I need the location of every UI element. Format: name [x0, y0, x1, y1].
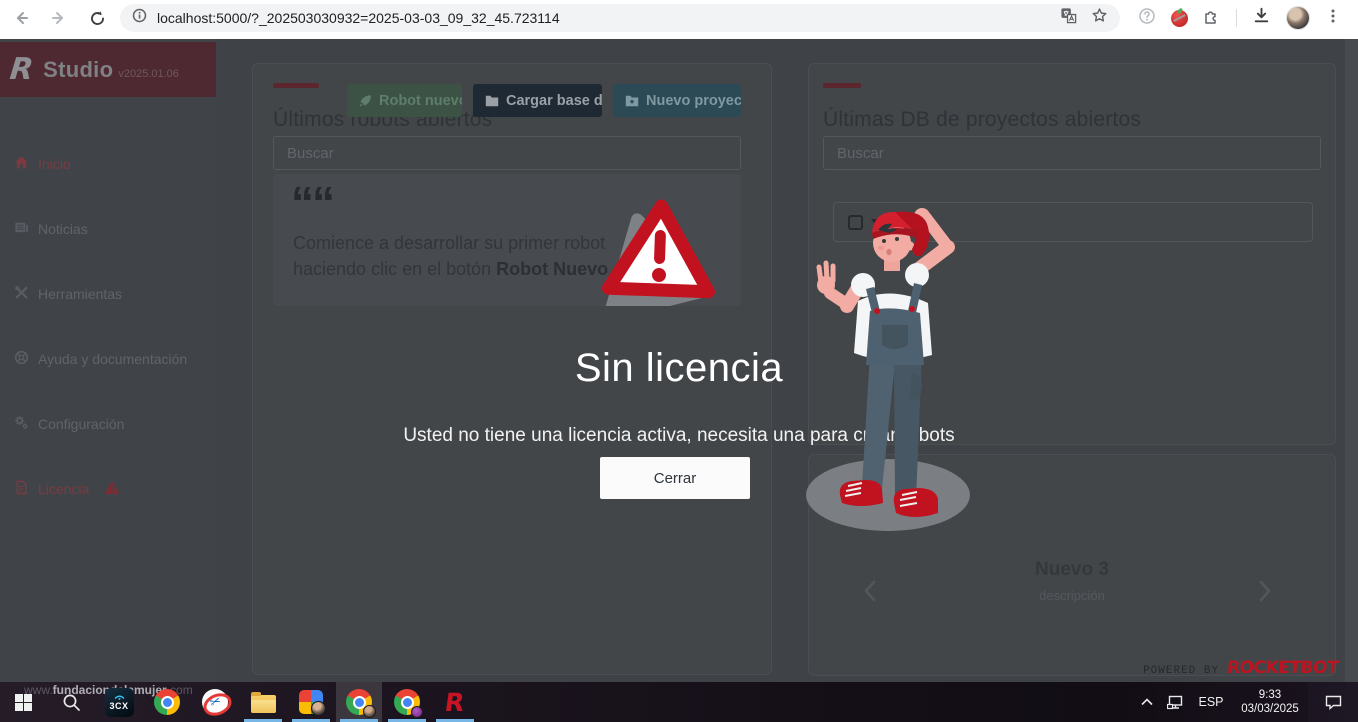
taskbar-rocketbot-icon[interactable]: R: [432, 682, 478, 722]
tray-chevron-up-icon[interactable]: [1134, 682, 1160, 722]
db-search-input[interactable]: [823, 136, 1321, 170]
download-icon[interactable]: [1252, 6, 1271, 30]
taskbar: www.fundaciondelamujer.com 3CX ✂: [0, 682, 1358, 722]
license-doc-icon: [14, 480, 29, 498]
warning-triangle-icon: [598, 194, 720, 306]
quote-text: Comience a desarrollar su primer robot h…: [293, 230, 608, 282]
taskbar-snipping-tool-icon[interactable]: ✂: [192, 682, 238, 722]
cerrar-button[interactable]: Cerrar: [600, 457, 750, 499]
product-name: Studio: [43, 57, 113, 83]
forward-icon[interactable]: [48, 7, 70, 29]
taskbar-chrome-profile-icon[interactable]: [336, 682, 382, 722]
bookmark-star-icon[interactable]: [1091, 7, 1108, 29]
rocket-icon: [359, 94, 372, 107]
purple-profile-badge: [411, 706, 423, 718]
nuevo-proyecto-button[interactable]: Nuevo proyecto: [613, 84, 741, 117]
robot-nuevo-button[interactable]: Robot nuevo: [347, 84, 462, 117]
screen: localhost:5000/?_202503030932=2025-03-03…: [0, 0, 1358, 722]
sidebar-header: R Studio v2025.01.06: [0, 42, 216, 97]
taskbar-search-icon[interactable]: [48, 682, 94, 722]
start-button[interactable]: [0, 682, 46, 722]
folder-icon: [485, 95, 499, 107]
sidebar-item-label: Noticias: [38, 221, 88, 237]
extensions-puzzle-icon[interactable]: [1203, 7, 1221, 30]
product-version: v2025.01.06: [118, 68, 179, 80]
url-text[interactable]: localhost:5000/?_202503030932=2025-03-03…: [157, 10, 1050, 26]
page-viewport: R Studio v2025.01.06 Inicio Noticias Her…: [0, 36, 1358, 682]
browser-toolbar: localhost:5000/?_202503030932=2025-03-03…: [0, 0, 1358, 36]
tray-time: 9:33: [1259, 689, 1281, 701]
news-icon: [14, 220, 29, 238]
sidebar-item-herramientas[interactable]: Herramientas: [0, 281, 216, 307]
cargar-db-button[interactable]: Cargar base de d: [473, 84, 602, 117]
robots-search-input[interactable]: [273, 136, 741, 170]
action-center-icon[interactable]: [1308, 682, 1358, 722]
sidebar-item-licencia[interactable]: Licencia: [0, 476, 216, 502]
powered-by-label: POWERED BY: [1143, 665, 1219, 677]
reload-icon[interactable]: [86, 7, 108, 29]
tray-date: 03/03/2025: [1241, 703, 1299, 715]
sidebar-item-label: Licencia: [38, 481, 89, 497]
browser-menu-icon[interactable]: [1325, 8, 1341, 29]
tray-network-icon[interactable]: [1160, 682, 1190, 722]
adblock-extension-icon[interactable]: [1171, 10, 1188, 27]
site-info-icon[interactable]: [132, 8, 147, 28]
modal-message: Usted no tiene una licencia activa, nece…: [0, 425, 1358, 447]
tray-clock[interactable]: 9:33 03/03/2025: [1232, 682, 1308, 722]
translate-icon[interactable]: [1060, 7, 1077, 29]
powered-by: POWERED BY ROCKETBOT: [1143, 658, 1338, 678]
mascot-illustration: [800, 203, 978, 535]
license-warning-icon: [104, 480, 120, 498]
tray-language[interactable]: ESP: [1190, 682, 1232, 722]
profile-badge: [363, 705, 376, 718]
carousel-prev-icon[interactable]: [857, 577, 881, 605]
db-panel-title: Últimas DB de proyectos abiertos: [823, 108, 1141, 132]
back-icon[interactable]: [10, 7, 32, 29]
rocketbot-wordmark: ROCKETBOT: [1226, 658, 1338, 678]
taskbar-google-app-icon[interactable]: [288, 682, 334, 722]
carousel-next-icon[interactable]: [1253, 577, 1277, 605]
help-icon[interactable]: [1138, 7, 1156, 30]
taskbar-3cx-icon[interactable]: 3CX: [96, 682, 142, 722]
wifi-arcs-icon: [113, 693, 126, 700]
address-bar[interactable]: localhost:5000/?_202503030932=2025-03-03…: [120, 4, 1120, 32]
taskbar-chrome-icon[interactable]: [144, 682, 190, 722]
rocketbot-logo: R: [8, 52, 35, 87]
sidebar-item-noticias[interactable]: Noticias: [0, 216, 216, 242]
folder-plus-icon: [625, 95, 639, 107]
taskbar-file-explorer-icon[interactable]: [240, 682, 286, 722]
home-icon: [14, 155, 29, 173]
quote-icon: ““: [291, 176, 333, 230]
sidebar-item-label: Inicio: [38, 156, 71, 172]
taskbar-chrome-secondary-icon[interactable]: [384, 682, 430, 722]
sidebar-item-label: Herramientas: [38, 286, 122, 302]
panel-accent-bar: [273, 83, 319, 88]
sidebar-item-inicio[interactable]: Inicio: [0, 151, 216, 177]
panel-accent-bar: [823, 83, 861, 88]
toolbar-divider: [1236, 9, 1237, 27]
tools-icon: [14, 285, 29, 303]
modal-title: Sin licencia: [0, 346, 1358, 391]
profile-avatar[interactable]: [1286, 6, 1310, 30]
